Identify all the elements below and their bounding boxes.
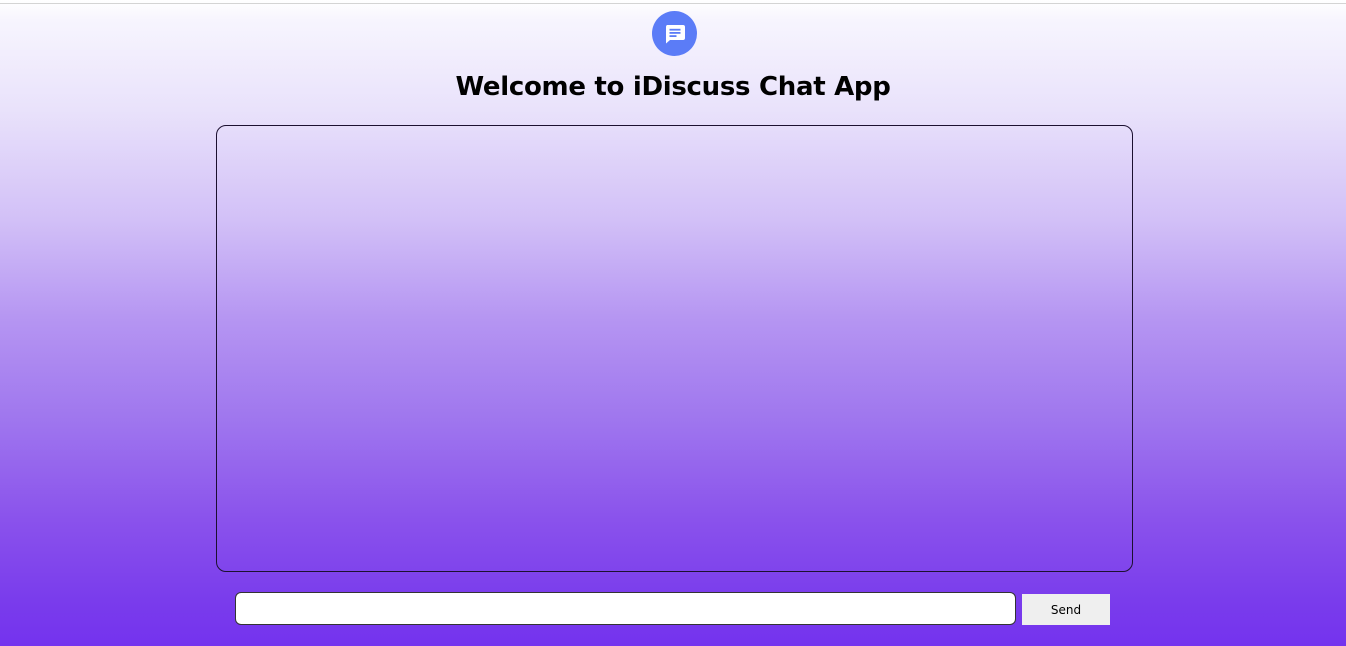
- app-logo: [652, 11, 697, 56]
- send-button[interactable]: Send: [1022, 594, 1110, 625]
- page-title: Welcome to iDiscuss Chat App: [455, 72, 891, 102]
- top-divider: [0, 3, 1346, 4]
- message-input[interactable]: [235, 592, 1016, 625]
- chat-message-icon: [663, 22, 687, 46]
- chat-messages-container[interactable]: [216, 125, 1133, 572]
